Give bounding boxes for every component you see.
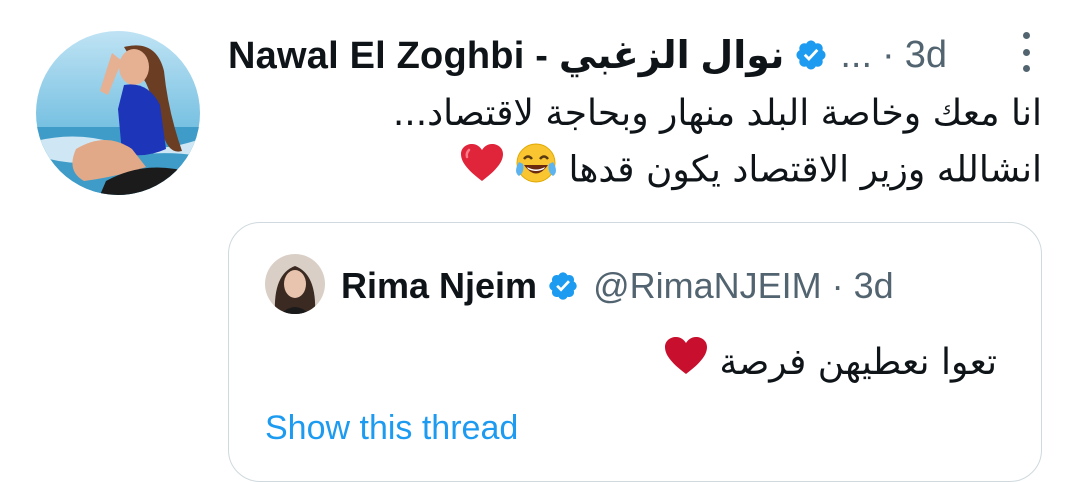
face-with-tears-of-joy-icon [515, 142, 557, 201]
separator-dot: · [882, 33, 895, 76]
quoted-tweet-header: Rima Njeim @RimaNJEIM · 3d [341, 261, 894, 311]
tweet-text: انا معك وخاصة البلد منهار وبحاجة لاقتصاد… [242, 86, 1042, 201]
tweet-text-line-1: انا معك وخاصة البلد منهار وبحاجة لاقتصاد… [392, 93, 1042, 134]
quoted-author-name[interactable]: Rima Njeim [341, 265, 537, 307]
quoted-author-handle[interactable]: @RimaNJEIM [593, 265, 822, 307]
verified-badge-icon [794, 38, 828, 72]
red-heart-icon [460, 143, 504, 200]
tweet-timestamp[interactable]: 3d [905, 34, 947, 77]
verified-badge-icon [547, 270, 579, 302]
author-handle[interactable]: ... [840, 34, 872, 77]
tweet-header: Nawal El Zoghbi - نوال الزغبي ... · 3d [228, 28, 1038, 82]
tweet-text-line-2: انشالله وزير الاقتصاد يكون قدها [568, 149, 1042, 191]
quoted-tweet-timestamp[interactable]: 3d [854, 265, 894, 307]
quoted-tweet-text-container: تعوا نعطيهن فرصة [664, 335, 997, 393]
quoted-tweet-text: تعوا نعطيهن فرصة [719, 342, 997, 383]
show-thread-link[interactable]: Show this thread [265, 409, 518, 448]
author-display-name[interactable]: Nawal El Zoghbi - نوال الزغبي [228, 33, 784, 78]
tweet-text-line-2-container: انشالله وزير الاقتصاد يكون قدها [242, 142, 1042, 201]
quoted-author-avatar[interactable] [265, 254, 325, 314]
author-avatar[interactable] [36, 31, 200, 195]
more-options-icon[interactable] [1014, 32, 1038, 72]
separator-dot: · [831, 265, 844, 306]
quoted-tweet-card[interactable]: Rima Njeim @RimaNJEIM · 3d تعوا نعطيهن ف… [228, 222, 1042, 482]
red-heart-icon [664, 336, 708, 393]
